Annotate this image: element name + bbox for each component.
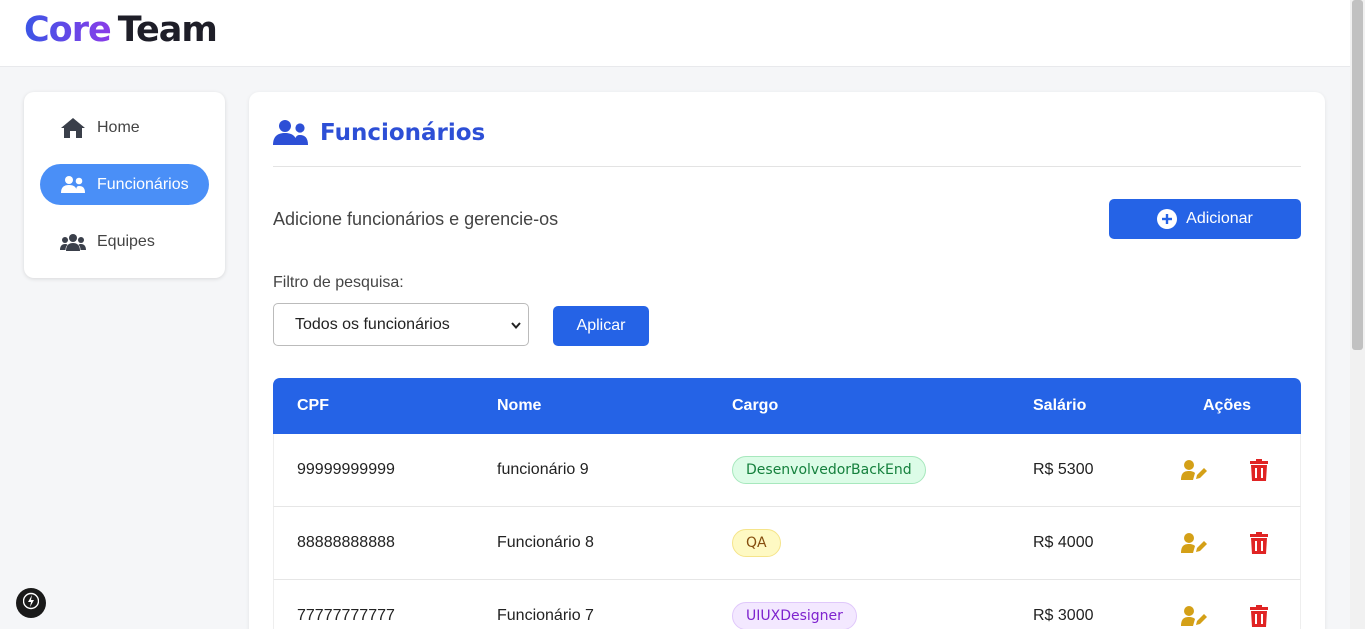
cell-nome: funcionário 9 bbox=[497, 461, 589, 478]
filter-selected-value: Todos os funcionários bbox=[295, 315, 450, 333]
role-badge: UIUXDesigner bbox=[732, 602, 857, 629]
delete-trash-icon[interactable] bbox=[1246, 604, 1272, 628]
users-icon bbox=[273, 118, 309, 148]
table-row: 88888888888 Funcionário 8 QA R$ 4000 bbox=[273, 507, 1301, 580]
brand-logo[interactable]: Core Team bbox=[24, 10, 218, 50]
scrollbar-thumb[interactable] bbox=[1352, 0, 1363, 350]
dev-tools-button[interactable] bbox=[16, 588, 46, 618]
delete-trash-icon[interactable] bbox=[1246, 531, 1272, 555]
page-heading: Funcionários bbox=[320, 120, 486, 146]
cell-nome: Funcionário 7 bbox=[497, 607, 594, 624]
edit-user-icon[interactable] bbox=[1181, 604, 1207, 628]
cell-salario: R$ 3000 bbox=[1033, 607, 1094, 624]
edit-user-icon[interactable] bbox=[1181, 531, 1207, 555]
cell-cpf: 88888888888 bbox=[297, 534, 395, 551]
main-panel: Funcionários Adicione funcionários e ger… bbox=[249, 92, 1325, 629]
page-subtitle: Adicione funcionários e gerencie-os bbox=[273, 209, 559, 229]
add-button-label: Adicionar bbox=[1186, 210, 1253, 227]
role-badge: QA bbox=[732, 529, 781, 557]
table-row: 99999999999 funcionário 9 DesenvolvedorB… bbox=[273, 434, 1301, 507]
apply-filter-button[interactable]: Aplicar bbox=[553, 306, 649, 346]
header-cargo: Cargo bbox=[732, 397, 779, 414]
brand-word-team: Team bbox=[117, 10, 218, 50]
users-icon bbox=[60, 174, 86, 196]
page-title: Funcionários bbox=[273, 118, 485, 148]
lightning-icon bbox=[22, 592, 40, 615]
cell-nome: Funcionário 8 bbox=[497, 534, 594, 551]
sidebar-item-funcionarios[interactable]: Funcionários bbox=[40, 164, 209, 205]
sidebar-item-home[interactable]: Home bbox=[40, 107, 209, 148]
group-icon bbox=[60, 231, 86, 253]
brand-word-core: Core bbox=[24, 10, 112, 50]
filter-label: Filtro de pesquisa: bbox=[273, 274, 404, 291]
title-divider bbox=[273, 166, 1301, 167]
top-bar: Core Team bbox=[0, 0, 1350, 67]
sidebar-item-label: Funcionários bbox=[97, 175, 189, 193]
edit-user-icon[interactable] bbox=[1181, 458, 1207, 482]
header-salario: Salário bbox=[1033, 397, 1087, 414]
cell-cpf: 99999999999 bbox=[297, 461, 395, 478]
home-icon bbox=[60, 117, 86, 139]
role-badge: DesenvolvedorBackEnd bbox=[732, 456, 926, 484]
sidebar-item-equipes[interactable]: Equipes bbox=[40, 221, 209, 262]
table-header: CPF Nome Cargo Salário Ações bbox=[273, 378, 1301, 434]
sidebar-item-label: Equipes bbox=[97, 232, 155, 250]
header-acoes: Ações bbox=[1203, 397, 1252, 414]
cell-salario: R$ 4000 bbox=[1033, 534, 1094, 551]
plus-circle-icon bbox=[1157, 209, 1178, 229]
header-cpf: CPF bbox=[297, 397, 329, 414]
chevron-down-icon bbox=[510, 318, 522, 336]
sidebar-item-label: Home bbox=[97, 118, 140, 136]
filter-select[interactable]: Todos os funcionários bbox=[273, 303, 529, 346]
add-employee-button[interactable]: Adicionar bbox=[1109, 199, 1301, 239]
header-nome: Nome bbox=[497, 397, 542, 414]
sidebar: Home Funcionários Equipes bbox=[24, 92, 225, 278]
page-scrollbar[interactable] bbox=[1350, 0, 1365, 629]
delete-trash-icon[interactable] bbox=[1246, 458, 1272, 482]
table-row: 77777777777 Funcionário 7 UIUXDesigner R… bbox=[273, 580, 1301, 629]
cell-salario: R$ 5300 bbox=[1033, 461, 1094, 478]
employees-table: CPF Nome Cargo Salário Ações 99999999999… bbox=[273, 378, 1301, 629]
cell-cpf: 77777777777 bbox=[297, 607, 395, 624]
